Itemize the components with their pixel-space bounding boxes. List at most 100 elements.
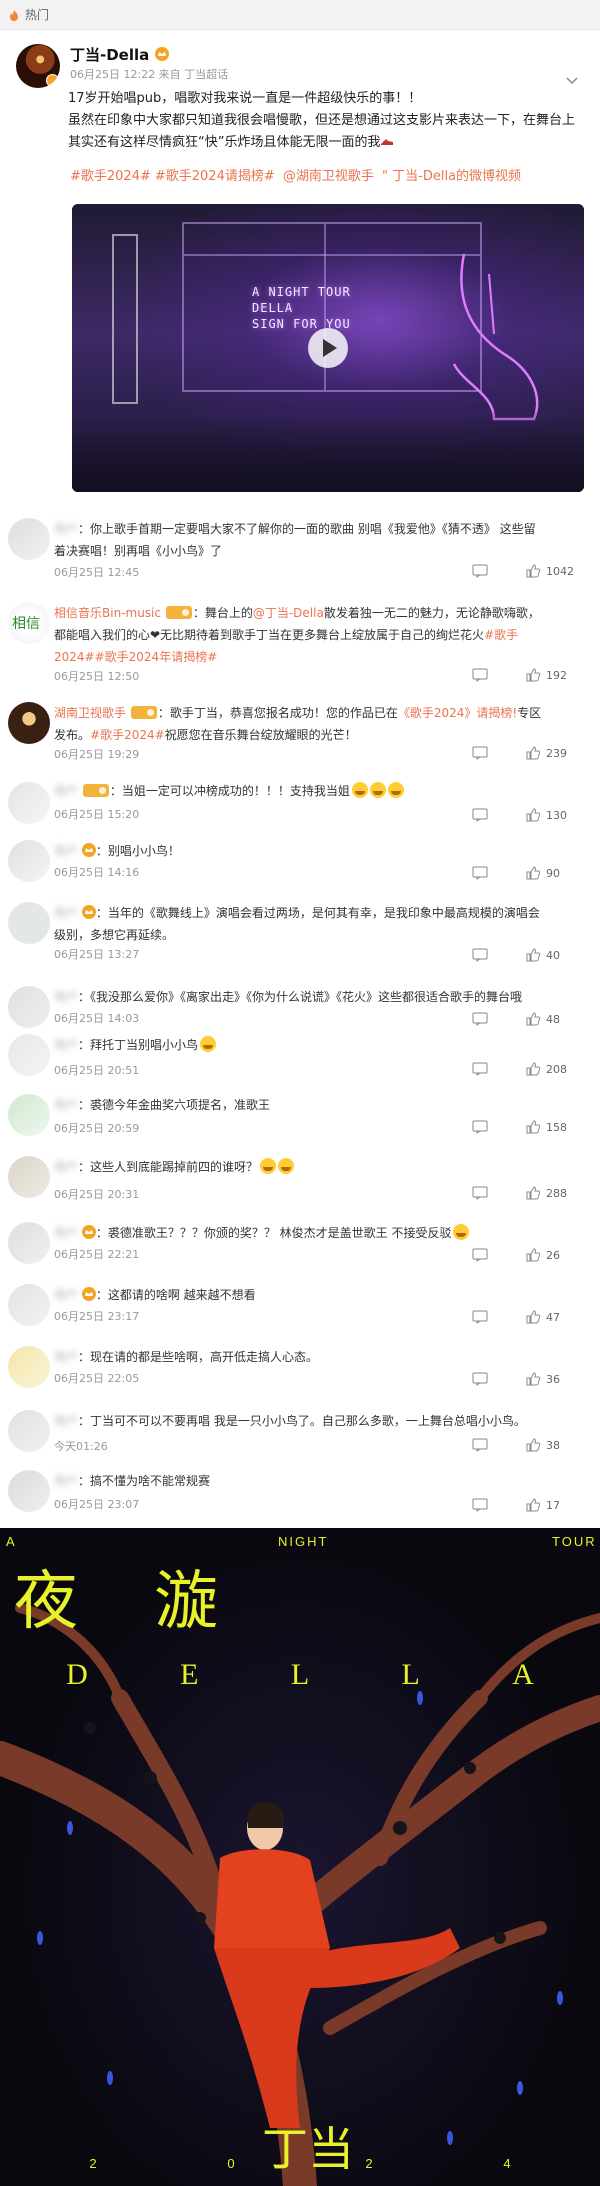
comment-icon[interactable] bbox=[472, 1186, 488, 1200]
verified-badge bbox=[46, 74, 59, 87]
poster-digit: 2 bbox=[365, 2156, 373, 2171]
comment-username[interactable]: 用户 bbox=[54, 990, 78, 1004]
author-avatar[interactable] bbox=[16, 44, 60, 88]
emoji-icon bbox=[278, 1158, 295, 1174]
like-count: 36 bbox=[546, 1372, 560, 1386]
flame-icon bbox=[10, 9, 18, 21]
comment-username[interactable]: 用户 bbox=[54, 1414, 78, 1428]
comment-icon[interactable] bbox=[472, 564, 488, 578]
comment-avatar[interactable] bbox=[8, 902, 50, 944]
comment-avatar[interactable] bbox=[8, 1284, 50, 1326]
topic-link[interactable]: #歌手2024请揭榜# bbox=[155, 169, 275, 184]
like-icon[interactable] bbox=[526, 1120, 540, 1134]
comment-icon[interactable] bbox=[472, 948, 488, 962]
like-count: 1042 bbox=[546, 564, 574, 578]
comment-username[interactable]: 用户 bbox=[54, 522, 78, 536]
comment-username[interactable]: 用户 bbox=[54, 1038, 78, 1052]
comment-avatar[interactable] bbox=[8, 1222, 50, 1264]
like-icon[interactable] bbox=[526, 1498, 540, 1512]
comment-username[interactable]: 用户 bbox=[54, 1160, 78, 1174]
mention-link[interactable]: @丁当-Della bbox=[253, 606, 324, 620]
comment-username[interactable]: 湖南卫视歌手 bbox=[54, 706, 126, 720]
comment-icon[interactable] bbox=[472, 1498, 488, 1512]
comment-avatar[interactable] bbox=[8, 986, 50, 1028]
comment-item: 用户：现在请的都是些啥啊，高开低走搞人心态。 06月25日 22:05 36 bbox=[0, 1346, 600, 1392]
like-count: 48 bbox=[546, 1012, 560, 1026]
comment-time: 06月25日 20:51 bbox=[54, 1064, 140, 1077]
comment-username[interactable]: 用户 bbox=[54, 1350, 78, 1364]
concert-poster-image[interactable]: A NIGHT TOUR 夜 漩 D E L L A 丁当 2 0 2 4 bbox=[0, 1528, 600, 2186]
level-badge bbox=[130, 706, 157, 719]
comment-icon[interactable] bbox=[472, 746, 488, 760]
comment-username[interactable]: 用户 bbox=[54, 906, 78, 920]
comment-avatar[interactable] bbox=[8, 1094, 50, 1136]
comment-username[interactable]: 用户 bbox=[54, 784, 78, 798]
like-icon[interactable] bbox=[526, 564, 540, 578]
comment-item: 用户：《我没那么爱你》《离家出走》《你为什么说谎》《花火》这些都很适合歌手的舞台… bbox=[0, 986, 600, 1028]
comment-icon[interactable] bbox=[472, 1438, 488, 1452]
comment-time: 06月25日 15:20 bbox=[54, 808, 140, 821]
topic-link[interactable]: #歌手2024# bbox=[90, 728, 165, 742]
comment-avatar[interactable] bbox=[8, 1470, 50, 1512]
comment-username[interactable]: 用户 bbox=[54, 1098, 78, 1112]
comment-username[interactable]: 用户 bbox=[54, 844, 78, 858]
like-icon[interactable] bbox=[526, 1310, 540, 1324]
like-icon[interactable] bbox=[526, 746, 540, 760]
video-player[interactable]: A NIGHT TOUR DELLA SIGN FOR YOU bbox=[72, 204, 584, 492]
like-count: 17 bbox=[546, 1498, 560, 1512]
crown-icon bbox=[81, 1225, 96, 1239]
comment-avatar[interactable] bbox=[8, 702, 50, 744]
comment-icon[interactable] bbox=[472, 866, 488, 880]
comment-icon[interactable] bbox=[472, 1310, 488, 1324]
comment-icon[interactable] bbox=[472, 1120, 488, 1134]
comment-username[interactable]: 用户 bbox=[54, 1226, 78, 1240]
comment-icon[interactable] bbox=[472, 1372, 488, 1386]
comment-avatar[interactable] bbox=[8, 1034, 50, 1076]
comment-avatar[interactable]: 相信 bbox=[8, 602, 50, 644]
comment-icon[interactable] bbox=[472, 668, 488, 682]
like-count: 239 bbox=[546, 746, 567, 760]
topic-link[interactable]: 《歌手2024》请揭榜! bbox=[398, 706, 517, 720]
like-icon[interactable] bbox=[526, 668, 540, 682]
like-icon[interactable] bbox=[526, 808, 540, 822]
author-name[interactable]: 丁当-Della bbox=[70, 44, 149, 65]
like-icon[interactable] bbox=[526, 1438, 540, 1452]
like-icon[interactable] bbox=[526, 1012, 540, 1026]
comment-avatar[interactable] bbox=[8, 518, 50, 560]
like-icon[interactable] bbox=[526, 1186, 540, 1200]
comment-avatar[interactable] bbox=[8, 1346, 50, 1388]
comment-time: 06月25日 22:05 bbox=[54, 1372, 140, 1385]
comment-item: 湖南卫视歌手 ：歌手丁当，恭喜您报名成功！您的作品已在《歌手2024》请揭榜!专… bbox=[0, 702, 600, 772]
like-icon[interactable] bbox=[526, 1062, 540, 1076]
comment-icon[interactable] bbox=[472, 1248, 488, 1262]
comment-icon[interactable] bbox=[472, 808, 488, 822]
comment-item: 用户 ：裘德准歌王？？？你颁的奖？？ 林俊杰才是盖世歌王 不接受反驳 06月25… bbox=[0, 1222, 600, 1268]
comment-icon[interactable] bbox=[472, 1062, 488, 1076]
comment-avatar[interactable] bbox=[8, 840, 50, 882]
comment-username[interactable]: 相信音乐Bin-music bbox=[54, 606, 161, 620]
comment-avatar[interactable] bbox=[8, 782, 50, 824]
comment-avatar[interactable] bbox=[8, 1410, 50, 1452]
like-icon[interactable] bbox=[526, 1248, 540, 1262]
like-icon[interactable] bbox=[526, 948, 540, 962]
like-icon[interactable] bbox=[526, 1372, 540, 1386]
comment-icon[interactable] bbox=[472, 1012, 488, 1026]
chevron-down-icon[interactable] bbox=[566, 74, 578, 86]
play-button[interactable] bbox=[308, 328, 348, 368]
comment-item: 用户：裘德今年金曲奖六项提名，准歌王 06月25日 20:59 158 bbox=[0, 1094, 600, 1140]
like-count: 26 bbox=[546, 1248, 560, 1262]
mention-link[interactable]: @湖南卫视歌手 bbox=[283, 169, 374, 184]
like-icon[interactable] bbox=[526, 866, 540, 880]
comment-item: 用户：这些人到底能踢掉前四的谁呀？ 06月25日 20:31 288 bbox=[0, 1156, 600, 1202]
comment-item: 用户 ：别唱小小鸟！ 06月25日 14:16 90 bbox=[0, 840, 600, 888]
emoji-icon bbox=[387, 782, 404, 798]
video-link[interactable]: " 丁当-Della的微博视频 bbox=[382, 169, 521, 184]
stage-tower bbox=[112, 234, 138, 404]
comment-time: 06月25日 14:16 bbox=[54, 866, 140, 879]
comment-time: 06月25日 14:03 bbox=[54, 1012, 140, 1025]
topic-link[interactable]: #歌手2024# bbox=[70, 169, 151, 184]
comment-username[interactable]: 用户 bbox=[54, 1288, 78, 1302]
comment-username[interactable]: 用户 bbox=[54, 1474, 78, 1488]
comment-avatar[interactable] bbox=[8, 1156, 50, 1198]
poster-year: 2 0 2 4 bbox=[0, 2156, 600, 2171]
